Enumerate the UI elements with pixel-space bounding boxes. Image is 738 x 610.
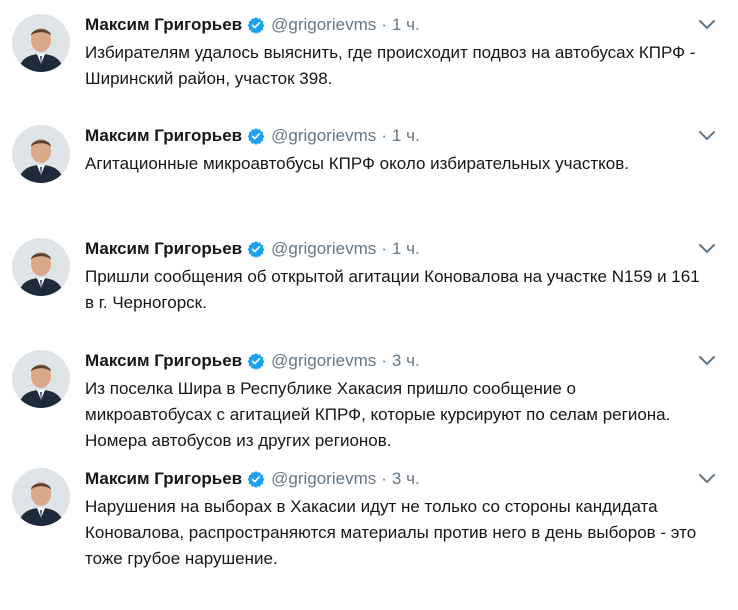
tweet-timestamp[interactable]: 1 ч. (392, 14, 420, 36)
avatar-image (12, 350, 70, 408)
verified-badge-icon (247, 241, 265, 258)
verified-badge-icon (247, 128, 265, 145)
tweet-timestamp[interactable]: 1 ч. (392, 238, 420, 260)
verified-badge-icon (247, 17, 265, 34)
tweet-header: Максим Григорьев @grigorievms · 3 ч. (85, 350, 420, 372)
author-handle[interactable]: @grigorievms (271, 468, 376, 490)
meta-separator: · (381, 15, 387, 34)
tweet-feed: Максим Григорьев @grigorievms · 1 ч. Изб… (0, 0, 738, 610)
avatar[interactable] (12, 350, 70, 408)
meta-separator: · (381, 239, 387, 258)
author-name[interactable]: Максим Григорьев (85, 350, 242, 372)
verified-badge-icon (247, 471, 265, 488)
chevron-down-icon[interactable] (698, 242, 716, 256)
avatar-image (12, 468, 70, 526)
author-handle[interactable]: @grigorievms (271, 350, 376, 372)
tweet-header: Максим Григорьев @grigorievms · 1 ч. (85, 125, 420, 147)
tweet-timestamp[interactable]: 1 ч. (392, 125, 420, 147)
meta-separator: · (381, 469, 387, 488)
author-name[interactable]: Максим Григорьев (85, 14, 242, 36)
tweet-text: Избирателям удалось выяснить, где происх… (85, 43, 696, 88)
tweet-timestamp[interactable]: 3 ч. (392, 468, 420, 490)
tweet-text: Нарушения на выборах в Хакасии идут не т… (85, 497, 697, 568)
author-handle[interactable]: @grigorievms (271, 238, 376, 260)
tweet-timestamp[interactable]: 3 ч. (392, 350, 420, 372)
avatar-image (12, 125, 70, 183)
tweet-header: Максим Григорьев @grigorievms · 3 ч. (85, 468, 420, 490)
tweet-header: Максим Григорьев @grigorievms · 1 ч. (85, 14, 420, 36)
tweet-text: Агитационные микроавтобусы КПРФ около из… (85, 154, 630, 173)
author-name[interactable]: Максим Григорьев (85, 125, 242, 147)
author-handle[interactable]: @grigorievms (271, 14, 376, 36)
chevron-down-icon[interactable] (698, 354, 716, 368)
chevron-down-icon[interactable] (698, 129, 716, 143)
avatar[interactable] (12, 238, 70, 296)
meta-separator: · (381, 351, 387, 370)
avatar[interactable] (12, 14, 70, 72)
avatar-image (12, 14, 70, 72)
author-name[interactable]: Максим Григорьев (85, 468, 242, 490)
avatar[interactable] (12, 468, 70, 526)
chevron-down-icon[interactable] (698, 18, 716, 32)
author-name[interactable]: Максим Григорьев (85, 238, 242, 260)
chevron-down-icon[interactable] (698, 472, 716, 486)
avatar[interactable] (12, 125, 70, 183)
verified-badge-icon (247, 353, 265, 370)
tweet-text: Пришли сообщения об открытой агитации Ко… (85, 267, 700, 312)
avatar-image (12, 238, 70, 296)
meta-separator: · (381, 126, 387, 145)
tweet-text: Из поселка Шира в Республике Хакасия при… (85, 379, 671, 450)
tweet-header: Максим Григорьев @grigorievms · 1 ч. (85, 238, 420, 260)
author-handle[interactable]: @grigorievms (271, 125, 376, 147)
